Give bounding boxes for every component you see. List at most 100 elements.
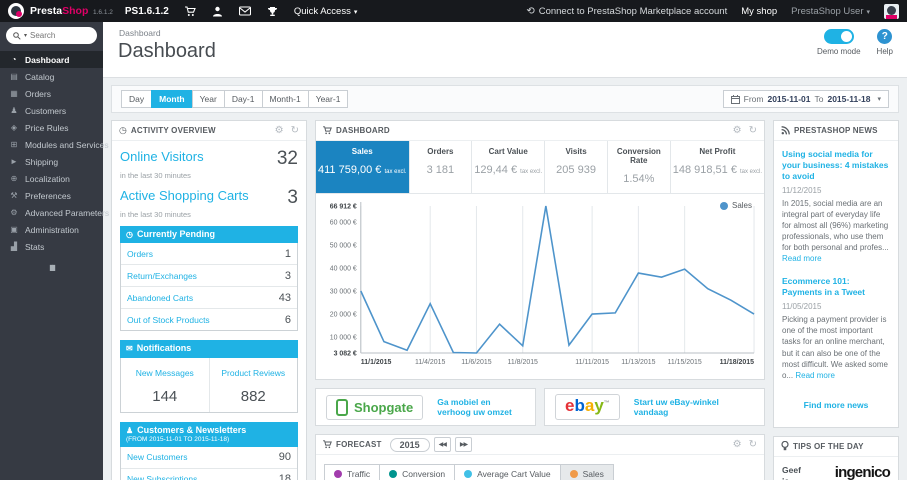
kpi-cart-value[interactable]: Cart Value 129,44 € tax excl. <box>472 141 546 193</box>
messages-icon[interactable] <box>238 6 251 16</box>
range-day-1-button[interactable]: Day-1 <box>223 90 263 108</box>
forecast-panel-title: FORECAST <box>336 440 382 449</box>
calendar-icon <box>730 94 740 104</box>
kpi-orders[interactable]: Orders 3 181 <box>410 141 473 193</box>
read-more-link[interactable]: Read more <box>795 371 835 380</box>
dashboard-icon: ◔ <box>11 55 17 64</box>
forecast-traffic-button[interactable]: Traffic <box>324 464 381 480</box>
out-of-stock-link[interactable]: Out of Stock Products <box>127 315 285 325</box>
product-reviews-link[interactable]: Product Reviews <box>221 368 285 378</box>
user-avatar[interactable] <box>884 3 899 19</box>
previous-year-button[interactable]: ◀◀ <box>433 437 451 452</box>
forecast-panel: FORECAST 2015 ◀◀ ▶▶ ⚙ ↻ Traffic Conversio… <box>315 434 765 480</box>
demo-mode-control: Demo mode <box>817 29 861 56</box>
help-icon[interactable]: ? <box>877 29 893 44</box>
read-more-link[interactable]: Read more <box>782 254 822 263</box>
news-article: Using social media for your business: 4 … <box>782 149 890 264</box>
shopgate-link[interactable]: Ga mobiel en verhoog uw omzet <box>437 397 525 417</box>
find-more-news-link[interactable]: Find more news <box>804 400 869 410</box>
breadcrumb[interactable]: Dashboard <box>103 22 907 38</box>
refresh-icon[interactable]: ↻ <box>749 439 757 450</box>
returns-link[interactable]: Return/Exchanges <box>127 271 285 281</box>
svg-text:60 000 €: 60 000 € <box>330 219 357 226</box>
kpi-net-profit[interactable]: Net Profit 148 918,51 € tax excl. <box>671 141 764 193</box>
new-customers-link[interactable]: New Customers <box>127 452 279 462</box>
activity-icon: ◷ <box>119 125 127 135</box>
gear-icon[interactable]: ⚙ <box>733 439 742 450</box>
range-month-1-button[interactable]: Month-1 <box>261 90 309 108</box>
pending-list: Orders 1 Return/Exchanges 3 Abandoned Cart… <box>120 243 298 332</box>
online-visitors-value: 32 <box>276 148 298 169</box>
modules-icon: ⊞ <box>10 140 18 149</box>
svg-text:11/13/2015: 11/13/2015 <box>621 359 655 366</box>
next-year-button[interactable]: ▶▶ <box>454 437 473 452</box>
sidebar-item-orders[interactable]: ▦ Orders <box>0 85 103 102</box>
new-subscriptions-link[interactable]: New Subscriptions <box>127 474 279 480</box>
cart-icon[interactable] <box>184 5 196 17</box>
lightbulb-icon <box>781 441 789 451</box>
chevron-down-icon: ▾ <box>866 8 870 16</box>
article-title-link[interactable]: Using social media for your business: 4 … <box>782 149 890 182</box>
active-carts-value: 3 <box>287 187 298 208</box>
date-range-picker[interactable]: From 2015-11-01 To 2015-11-18 ▾ <box>722 90 889 108</box>
kpi-visits[interactable]: Visits 205 939 <box>545 141 608 193</box>
list-item: Abandoned Carts 43 <box>121 287 297 310</box>
kpi-conversion-rate[interactable]: Conversion Rate 1.54% <box>608 141 671 193</box>
forecast-conversion-button[interactable]: Conversion <box>379 464 456 480</box>
range-year-button[interactable]: Year <box>191 90 225 108</box>
online-visitors-link[interactable]: Online Visitors <box>120 149 204 164</box>
sidebar-item-dashboard[interactable]: ◔ Dashboard <box>0 51 103 68</box>
sidebar-search[interactable]: ▾ <box>6 27 97 44</box>
sidebar-item-modules[interactable]: ⊞ Modules and Services <box>0 136 109 153</box>
chevron-down-icon: ▾ <box>24 33 28 39</box>
help-control: ? Help <box>877 29 893 56</box>
range-day-button[interactable]: Day <box>121 90 153 108</box>
sidebar-item-administration[interactable]: ▣ Administration <box>0 221 103 238</box>
profile-icon[interactable] <box>212 6 223 17</box>
range-year-1-button[interactable]: Year-1 <box>307 90 349 108</box>
collapse-menu-button[interactable]: ▮▮ <box>0 263 103 272</box>
gear-icon[interactable]: ⚙ <box>275 125 284 136</box>
sidebar-item-catalog[interactable]: ▤ Catalog <box>0 68 103 85</box>
sidebar-item-localization[interactable]: ⊕ Localization <box>0 170 103 187</box>
marketplace-link[interactable]: ⟲ Connect to PrestaShop Marketplace acco… <box>526 6 727 17</box>
activity-panel-title: ACTIVITY OVERVIEW <box>130 126 216 135</box>
article-title-link[interactable]: Ecommerce 101: Payments in a Tweet <box>782 276 890 298</box>
forecast-average-cart-value-button[interactable]: Average Cart Value <box>454 464 561 480</box>
date-range-toolbar: Day Month Year Day-1 Month-1 Year-1 From… <box>111 85 899 113</box>
kpi-sales[interactable]: Sales 411 759,00 € tax excl. <box>316 141 410 193</box>
gear-icon[interactable]: ⚙ <box>733 125 742 136</box>
sidebar-item-price-rules[interactable]: ◈ Price Rules <box>0 119 103 136</box>
legend-dot <box>719 201 728 210</box>
active-carts-link[interactable]: Active Shopping Carts <box>120 188 249 203</box>
sales-dot-icon <box>569 470 578 478</box>
sidebar-item-shipping[interactable]: ► Shipping <box>0 153 103 170</box>
sidebar-item-stats[interactable]: ▟ Stats <box>0 238 103 255</box>
search-input[interactable] <box>30 31 83 40</box>
ebay-link[interactable]: Start uw eBay-winkel vandaag <box>634 397 754 417</box>
forecast-year[interactable]: 2015 <box>389 437 430 452</box>
forecast-sales-button[interactable]: Sales <box>559 464 614 480</box>
sidebar-item-preferences[interactable]: ⚒ Preferences <box>0 187 103 204</box>
range-month-button[interactable]: Month <box>151 90 193 108</box>
svg-text:20 000 €: 20 000 € <box>330 312 357 319</box>
trophy-icon[interactable] <box>267 6 278 17</box>
refresh-icon[interactable]: ↻ <box>749 125 757 136</box>
new-messages-link[interactable]: New Messages <box>136 368 194 378</box>
currently-pending-header: ◷ Currently Pending <box>120 226 298 244</box>
ebay-module-card: ebay™ Start uw eBay-winkel vandaag <box>544 388 765 426</box>
abandoned-carts-link[interactable]: Abandoned Carts <box>127 293 279 303</box>
refresh-icon[interactable]: ↻ <box>291 125 299 136</box>
quick-access-menu[interactable]: Quick Access ▾ <box>294 6 358 17</box>
prestashop-logo[interactable] <box>8 3 24 19</box>
user-menu[interactable]: PrestaShop User ▾ <box>791 6 870 17</box>
sidebar-item-customers[interactable]: ♟ Customers <box>0 102 103 119</box>
sales-chart: 66 912 € 60 000 € 50 000 € 40 000 € 30 000 €… <box>330 202 755 366</box>
activity-overview-panel: ◷ ACTIVITY OVERVIEW ⚙ ↻ Online Visitors 3… <box>111 120 307 480</box>
demo-mode-toggle[interactable] <box>823 29 854 44</box>
traffic-dot-icon <box>334 470 342 478</box>
orders-link[interactable]: Orders <box>127 249 285 259</box>
my-shop-link[interactable]: My shop <box>741 6 777 17</box>
notifications-grid: New Messages 144 Product Reviews 882 <box>120 357 298 413</box>
sidebar-item-advanced-parameters[interactable]: ⚙ Advanced Parameters <box>0 204 109 221</box>
